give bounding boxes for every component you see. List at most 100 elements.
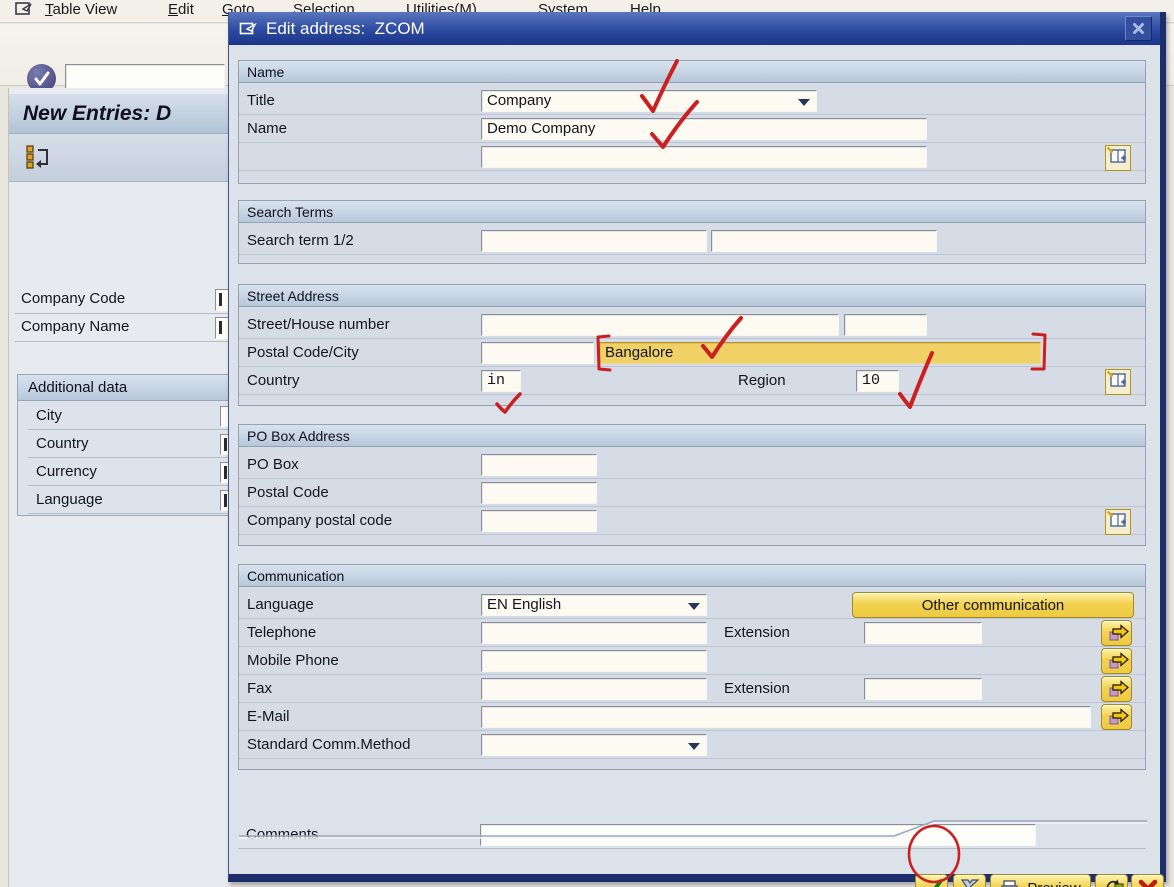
expand-name-icon[interactable]	[1105, 145, 1131, 171]
dialog-icon	[239, 21, 258, 37]
email-input[interactable]	[481, 706, 1091, 728]
currency-label: Currency	[36, 463, 97, 480]
email-label: E-Mail	[247, 708, 290, 725]
fax-extension-label: Extension	[724, 680, 790, 697]
region-value: 10	[862, 372, 881, 389]
other-communication-button[interactable]: Other communication	[852, 592, 1134, 618]
company-name-field-stub[interactable]	[215, 317, 229, 339]
house-number-input[interactable]	[844, 314, 927, 336]
company-postal-input[interactable]	[481, 510, 597, 532]
new-entries-form: Company Code Company Name Additional dat…	[9, 182, 230, 887]
search-term-2-input[interactable]	[711, 230, 937, 252]
comments-row: Comments	[238, 821, 1146, 849]
std-comm-select[interactable]	[481, 734, 707, 756]
fax-extension-input[interactable]	[864, 678, 982, 700]
command-field[interactable]	[65, 64, 225, 91]
row-divider	[28, 429, 230, 430]
printer-icon	[1001, 879, 1018, 887]
language-select[interactable]: EN English	[481, 594, 707, 616]
green-check-icon	[923, 879, 943, 887]
street-label: Street/House number	[247, 316, 390, 333]
company-name-label: Company Name	[21, 318, 130, 335]
pobox-input[interactable]	[481, 454, 597, 476]
row-divider	[28, 457, 230, 458]
add-fax-button[interactable]	[1101, 676, 1132, 702]
search-terms-section: Search Terms Search term 1/2	[238, 200, 1146, 264]
arrow-right-icon	[1109, 652, 1129, 669]
chevron-down-icon[interactable]	[798, 99, 810, 106]
expand-pobox-icon[interactable]	[1105, 509, 1131, 535]
confirm-button[interactable]	[915, 874, 948, 887]
street-input[interactable]	[481, 314, 839, 336]
language-value: EN English	[487, 596, 562, 613]
name-input[interactable]: Demo Company	[481, 118, 927, 140]
country-label-bg: Country	[36, 435, 89, 452]
cancel-button[interactable]	[1131, 874, 1164, 887]
search-terms-header: Search Terms	[239, 201, 1145, 223]
new-entries-window: New Entries: D Company Code Company Name	[8, 88, 230, 887]
preview-label: Preview	[1027, 880, 1080, 887]
chevron-down-icon[interactable]	[688, 743, 700, 750]
pobox-section: PO Box Address PO Box Postal Code Compan…	[238, 424, 1146, 546]
sap-screen: Table View Edit Goto Selection Utilities…	[0, 0, 1174, 887]
dialog-title: Edit address: ZCOM	[266, 18, 425, 38]
search-term-label: Search term 1/2	[247, 232, 354, 249]
row-divider	[15, 341, 229, 342]
communication-section: Communication Language EN English Other …	[238, 564, 1146, 770]
additional-data-header: Additional data	[18, 375, 228, 401]
region-input[interactable]: 10	[856, 370, 899, 392]
language-label: Language	[247, 596, 314, 613]
name2-input[interactable]	[481, 146, 927, 168]
add-email-button[interactable]	[1101, 704, 1132, 730]
company-code-field-stub[interactable]	[215, 289, 229, 311]
country-input[interactable]: in	[481, 370, 521, 392]
window-menu-icon[interactable]	[14, 0, 34, 18]
close-button[interactable]	[1125, 16, 1152, 41]
dialog-body: Name Title Company Name Demo Company Sea…	[229, 45, 1164, 887]
std-comm-label: Standard Comm.Method	[247, 736, 411, 753]
street-address-header: Street Address	[239, 285, 1145, 307]
city-value: Bangalore	[605, 344, 674, 361]
postal-code-city-label: Postal Code/City	[247, 344, 359, 361]
dialog-titlebar[interactable]: Edit address: ZCOM	[229, 12, 1160, 45]
city-input[interactable]: Bangalore	[599, 342, 1041, 364]
preview-button[interactable]: Preview	[990, 874, 1091, 887]
mobile-input[interactable]	[481, 650, 707, 672]
comments-label: Comments	[246, 826, 319, 843]
pobox-postal-input[interactable]	[481, 482, 597, 504]
name-section: Name Title Company Name Demo Company	[238, 60, 1146, 184]
other-communication-label: Other communication	[921, 596, 1065, 614]
add-telephone-button[interactable]	[1101, 620, 1132, 646]
telephone-label: Telephone	[247, 624, 317, 641]
menu-edit[interactable]: Edit	[168, 1, 194, 18]
add-mobile-button[interactable]	[1101, 648, 1132, 674]
company-code-label: Company Code	[21, 290, 126, 307]
international-versions-button[interactable]	[1095, 874, 1128, 887]
fax-label: Fax	[247, 680, 273, 697]
red-x-icon	[1138, 879, 1157, 887]
language-label-bg: Language	[36, 491, 103, 508]
name-section-header: Name	[239, 61, 1145, 83]
menu-table-view[interactable]: Table View	[45, 1, 117, 18]
telephone-extension-input[interactable]	[864, 622, 982, 644]
chevron-down-icon[interactable]	[688, 603, 700, 610]
double-arrow-down-button[interactable]	[953, 874, 986, 887]
next-entry-icon[interactable]	[25, 144, 53, 171]
row-divider	[28, 513, 230, 514]
title-label: Title	[247, 92, 275, 109]
additional-data-group: Additional data City Country Currency La…	[17, 374, 230, 516]
search-term-1-input[interactable]	[481, 230, 707, 252]
comments-input[interactable]	[480, 824, 1036, 846]
country-label: Country	[247, 372, 300, 389]
fax-input[interactable]	[481, 678, 707, 700]
title-select[interactable]: Company	[481, 90, 817, 112]
arrow-right-icon	[1109, 624, 1129, 641]
expand-street-icon[interactable]	[1105, 369, 1131, 395]
communication-header: Communication	[239, 565, 1145, 587]
telephone-input[interactable]	[481, 622, 707, 644]
pobox-label: PO Box	[247, 456, 299, 473]
row-divider	[28, 485, 230, 486]
postal-code-input[interactable]	[481, 342, 594, 364]
region-label: Region	[738, 372, 786, 389]
company-postal-label: Company postal code	[247, 512, 393, 529]
